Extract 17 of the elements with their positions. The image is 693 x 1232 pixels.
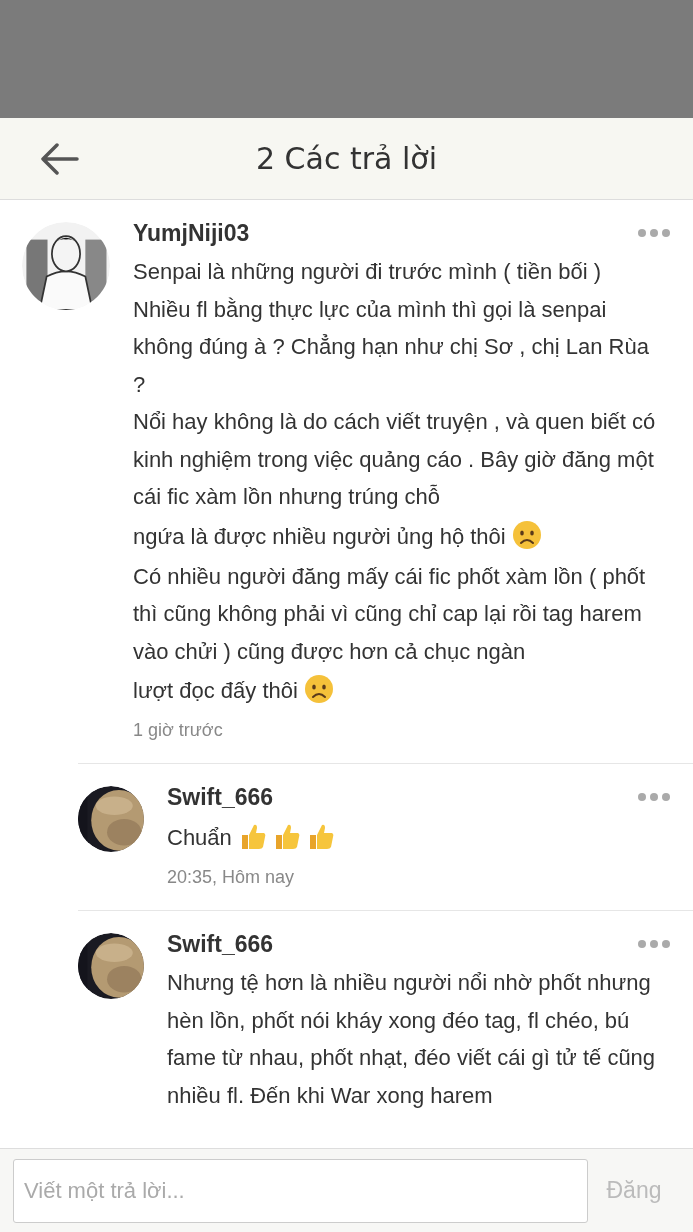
worried-face-icon: [303, 674, 334, 704]
more-options-icon[interactable]: [637, 792, 671, 802]
author-name[interactable]: YumjNiji03: [133, 220, 250, 247]
comment-text: ngứa là được nhiều người ủng hộ thôi: [133, 523, 506, 549]
page-title: 2 Các trả lời: [256, 141, 437, 176]
timestamp: 20:35, Hôm nay: [167, 867, 296, 888]
comment-text: Chuẩn: [167, 825, 232, 850]
reply-input-field[interactable]: Viết một trả lời...: [13, 1158, 588, 1223]
comment-text: Nhưng tệ hơn là nhiều người nổi nhờ phốt nhưng hèn lồn, phốt nói kháy xong đéo tag, fl chéo, bú fame từ nhau, phốt nhạt, đéo viết cái gì tử tế cũng nhiều fl. Đến khi War xong harem: [167, 970, 656, 1108]
comment-text: lượt đọc đấy thôi: [133, 678, 298, 703]
worried-face-icon: [511, 519, 542, 550]
author-name[interactable]: Swift_666: [167, 784, 274, 811]
author-name[interactable]: Swift_666: [167, 931, 274, 958]
back-arrow-icon[interactable]: [39, 142, 79, 175]
more-options-icon[interactable]: [637, 228, 671, 238]
more-options-icon[interactable]: [637, 939, 671, 949]
timestamp: 1 giờ trước: [133, 720, 224, 741]
